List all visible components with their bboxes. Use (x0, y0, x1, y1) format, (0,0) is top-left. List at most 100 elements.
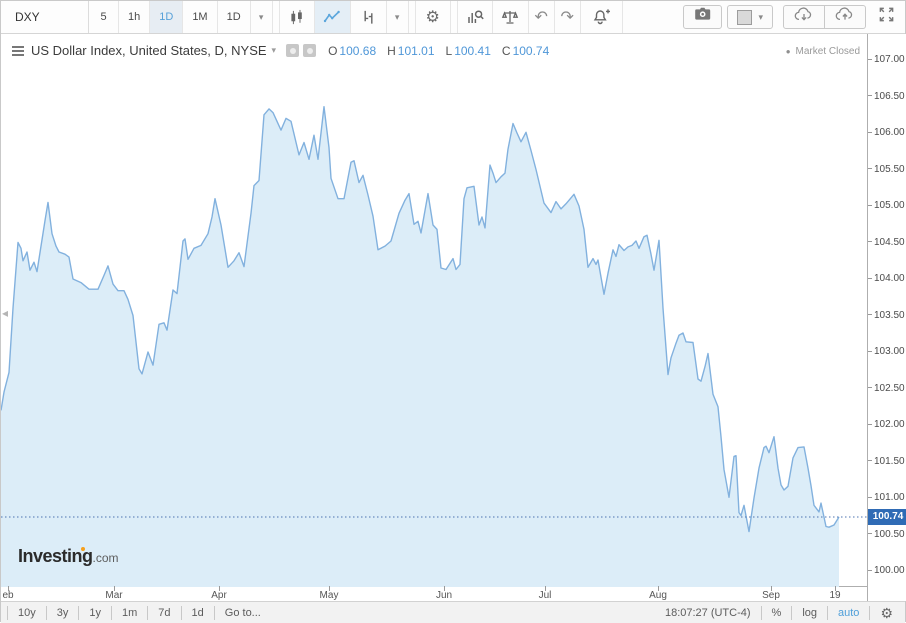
chart-type-dropdown-caret[interactable]: ▾ (387, 1, 409, 33)
toolbar-right-group: ▾ (678, 1, 905, 33)
undo-button[interactable]: ↶ (529, 1, 555, 33)
interval-button-5-0[interactable]: 5 (89, 1, 119, 33)
price-axis-label: 107.00 (868, 54, 906, 65)
chart-widget: DXY 51h1D1M1D ▾ ▾ ⚙ (0, 0, 906, 622)
range-button-group: 10y3y1y1m7d1dGo to... (7, 606, 271, 620)
chart-plot-area[interactable] (1, 34, 867, 587)
market-status-label: Market Closed (796, 46, 860, 57)
ohlc-c: C100.74 (502, 44, 549, 58)
redo-icon: ↷ (560, 7, 573, 27)
auto-scale-button[interactable]: auto (827, 606, 869, 620)
ohlc-o: O100.68 (328, 44, 376, 58)
add-alert-button[interactable] (581, 1, 623, 33)
chart-region: ◂ US Dollar Index, United States, D, NYS… (1, 34, 906, 587)
chart-type-candlestick-button[interactable] (279, 1, 315, 33)
ohlc-values: O100.68H101.01L100.41C100.74 (328, 44, 560, 58)
load-chart-button[interactable] (783, 5, 825, 29)
interval-button-1d-4[interactable]: 1D (218, 1, 251, 33)
chart-menu-icon[interactable] (12, 44, 24, 58)
time-axis-label-19: 19 (829, 590, 840, 601)
interval-button-1h-1[interactable]: 1h (119, 1, 150, 33)
range-button-7d[interactable]: 7d (147, 606, 180, 620)
undo-icon: ↶ (534, 7, 547, 27)
header-mini-button-2[interactable] (303, 44, 316, 57)
timezone-settings-button[interactable]: ⚙ (869, 606, 897, 620)
price-axis-label: 103.50 (868, 310, 906, 321)
price-axis-label: 105.00 (868, 200, 906, 211)
price-axis-label: 102.50 (868, 383, 906, 394)
chart-settings-button[interactable]: ⚙ (415, 1, 451, 33)
price-area-fill (1, 107, 839, 587)
price-axis-label: 104.00 (868, 273, 906, 284)
cloud-upload-icon (834, 6, 856, 28)
price-axis[interactable]: 100.74 107.00 106.50 106.00 105.50 105.00 104… (867, 34, 906, 601)
price-axis-label: 101.50 (868, 456, 906, 467)
fullscreen-button[interactable] (878, 6, 895, 28)
header-mini-button-1[interactable] (286, 44, 299, 57)
price-chart-svg (1, 34, 867, 587)
market-status: ● Market Closed (786, 46, 860, 57)
status-dot-icon: ● (786, 47, 791, 56)
chart-type-area-button[interactable] (315, 1, 351, 33)
redo-button[interactable]: ↷ (555, 1, 581, 33)
price-axis-label: 104.50 (868, 237, 906, 248)
chevron-down-icon: ▾ (259, 12, 264, 23)
hilo-bars-icon (360, 9, 377, 26)
range-button-3y[interactable]: 3y (46, 606, 79, 620)
logo-suffix: .com (93, 551, 119, 565)
time-axis-label-apr: Apr (211, 590, 227, 601)
interval-button-1d-2[interactable]: 1D (150, 1, 183, 33)
bottom-toolbar: 10y3y1y1m7d1dGo to... 18:07:27 (UTC-4) %… (1, 601, 905, 623)
time-axis-label-eb: eb (2, 590, 13, 601)
time-axis-label-jul: Jul (539, 590, 552, 601)
indicators-button[interactable] (457, 1, 493, 33)
chevron-down-icon[interactable]: ▾ (272, 45, 277, 56)
candlestick-icon (288, 9, 305, 26)
price-axis-label: 100.00 (868, 565, 906, 576)
symbol-input[interactable]: DXY (1, 1, 89, 33)
bottom-right-group: 18:07:27 (UTC-4) % log auto ⚙ (655, 606, 897, 620)
gear-icon: ⚙ (880, 605, 893, 621)
range-button-1d[interactable]: 1d (181, 606, 214, 620)
price-axis-label: 103.00 (868, 346, 906, 357)
layout-swatch-icon (737, 10, 752, 25)
chevron-down-icon: ▾ (395, 12, 400, 23)
range-button-goto[interactable]: Go to... (214, 606, 271, 620)
investing-logo: Investing.com (18, 546, 119, 567)
scales-icon (501, 8, 519, 26)
area-chart-icon (323, 8, 341, 26)
circle-icon (307, 48, 313, 54)
save-chart-button[interactable] (825, 5, 866, 29)
chevron-down-icon: ▾ (758, 12, 763, 23)
price-axis-label: 100.50 (868, 529, 906, 540)
interval-button-group: 51h1D1M1D (89, 1, 251, 33)
range-button-1y[interactable]: 1y (78, 606, 111, 620)
drawing-panel-collapse-icon[interactable]: ◂ (2, 306, 8, 320)
time-axis[interactable]: ebMarAprMayJunJulAugSep19 (1, 587, 867, 601)
time-axis-label-sep: Sep (762, 590, 780, 601)
top-toolbar: DXY 51h1D1M1D ▾ ▾ ⚙ (1, 1, 905, 34)
log-scale-button[interactable]: log (791, 606, 827, 620)
logo-orange-dot (81, 547, 85, 551)
price-axis-label: 106.50 (868, 91, 906, 102)
layout-selector-button[interactable]: ▾ (727, 5, 773, 29)
fullscreen-icon (878, 10, 895, 27)
time-axis-label-aug: Aug (649, 590, 667, 601)
indicators-icon (466, 8, 484, 26)
ohlc-h: H101.01 (387, 44, 434, 58)
compare-button[interactable] (493, 1, 529, 33)
interval-button-1m-3[interactable]: 1M (183, 1, 217, 33)
price-axis-label: 106.00 (868, 127, 906, 138)
range-button-10y[interactable]: 10y (7, 606, 46, 620)
snapshot-button[interactable] (683, 5, 722, 29)
interval-dropdown-caret[interactable]: ▾ (251, 1, 273, 33)
percent-scale-button[interactable]: % (761, 606, 792, 620)
price-axis-label: 102.00 (868, 419, 906, 430)
price-axis-label: 105.50 (868, 164, 906, 175)
clock-label: 18:07:27 (UTC-4) (655, 606, 761, 620)
chart-style-bars-button[interactable] (351, 1, 387, 33)
time-axis-label-jun: Jun (436, 590, 452, 601)
price-axis-label: 101.00 (868, 492, 906, 503)
last-price-value: 100.74 (873, 511, 904, 522)
range-button-1m[interactable]: 1m (111, 606, 147, 620)
